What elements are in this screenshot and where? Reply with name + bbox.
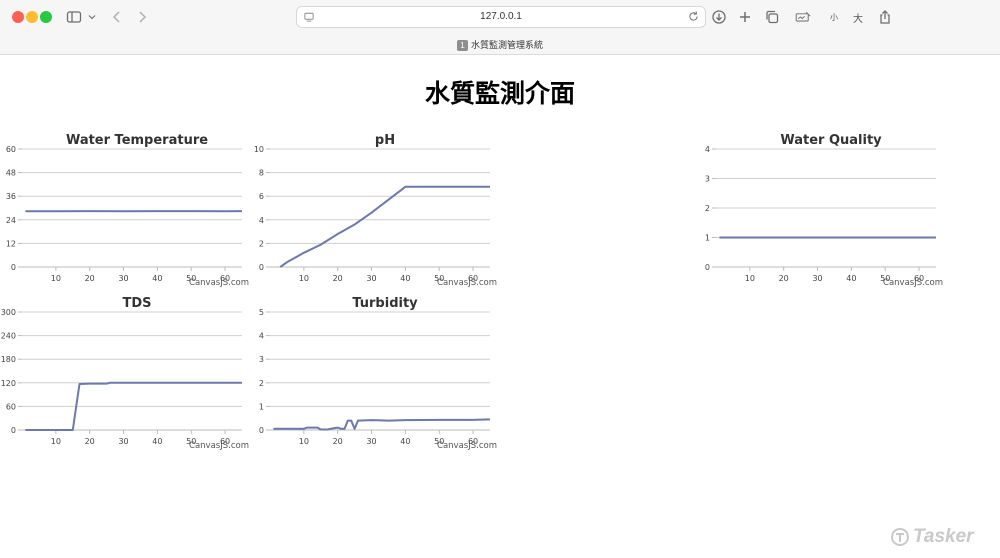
zoom-window-button[interactable] [40,11,52,23]
reload-icon[interactable] [687,10,700,23]
y-tick-label: 4 [259,332,264,341]
x-tick-label: 30 [812,274,822,283]
y-tick-label: 2 [259,379,264,388]
x-tick-label: 30 [118,274,128,283]
download-icon[interactable] [710,8,728,26]
edit-signature-icon[interactable] [792,8,814,26]
y-tick-label: 1 [705,234,710,243]
chart-svg: Turbidity01234510 20 30 40 50 60CanvasJS.com [259,296,497,451]
x-tick-label: 20 [85,274,95,283]
y-tick-label: 2 [259,239,264,248]
share-icon[interactable] [876,8,894,26]
y-tick-label: 0 [11,263,16,272]
x-tick-label: 10 [51,437,61,446]
y-tick-label: 240 [1,332,16,341]
address-url: 127.0.0.1 [480,11,522,22]
series-line [273,418,491,431]
tab-overview-icon[interactable] [763,8,781,26]
chevron-down-icon[interactable] [86,8,98,26]
chart-credit[interactable]: CanvasJS.com [189,278,249,288]
x-tick-label: 40 [846,274,856,283]
y-tick-label: 180 [1,355,16,364]
y-tick-label: 4 [705,145,710,154]
sidebar-toggle-icon[interactable] [64,8,84,26]
tab-active[interactable]: 1 水質監測管理系統 [0,38,1000,51]
chart-credit[interactable]: CanvasJS.com [883,278,943,288]
chart-credit[interactable]: CanvasJS.com [189,441,249,451]
back-arrow-icon[interactable] [108,8,126,26]
x-tick-label: 20 [333,274,343,283]
new-tab-plus-icon[interactable] [736,8,754,26]
y-tick-label: 36 [6,192,16,201]
y-tick-label: 24 [6,216,16,225]
minimize-window-button[interactable] [26,11,38,23]
y-tick-label: 8 [259,169,264,178]
chart-water-quality: Water Quality 0 1 2 3 4 10 20 30 40 50 60 CanvasJS.c… [694,128,944,288]
text-size-small-button[interactable]: 小 [830,12,838,23]
y-tick-label: 60 [6,402,16,411]
y-tick-label: 300 [1,308,16,317]
x-tick-label: 30 [366,437,376,446]
y-tick-label: 3 [259,355,264,364]
x-tick-label: 20 [779,274,789,283]
y-tick-label: 60 [6,145,16,154]
chart-water-temperature: Water Temperature 0 12 24 36 48 60 10 20 30 40 50 60… [0,128,250,288]
address-bar[interactable]: 127.0.0.1 [296,6,706,28]
y-tick-label: 6 [259,192,264,201]
watermark-text: Tasker [913,526,974,547]
y-tick-label: 0 [259,263,264,272]
chart-ph: pH 0 2 4 6 8 10 10 20 30 40 50 60 CanvasJS.com [248,128,498,288]
tasker-watermark: Tasker [890,526,974,548]
chart-title: pH [375,133,395,148]
y-tick-label: 0 [11,426,16,435]
page-title: 水質監測介面 [424,79,575,108]
chart-svg: Water Temperature0122436486010 20 30 40 50 60… [6,133,249,288]
tab-badge: 1 [456,40,468,51]
y-tick-label: 2 [705,204,710,213]
x-tick-label: 10 [51,274,61,283]
chart-svg: TDS06012018024030010 20 30 40 50 60CanvasJS.c… [1,296,249,451]
chart-title: Turbidity [352,296,418,311]
series-line [279,185,490,268]
y-tick-label: 4 [259,216,264,225]
y-tick-label: 3 [705,175,710,184]
chart-credit[interactable]: CanvasJS.com [437,278,497,288]
x-tick-label: 10 [299,437,309,446]
x-tick-label: 30 [366,274,376,283]
y-tick-label: 0 [259,426,264,435]
y-tick-label: 10 [254,145,264,154]
chart-title: Water Quality [780,133,882,148]
x-tick-label: 10 [299,274,309,283]
y-tick-label: 120 [1,379,16,388]
chart-tds: TDS 0 60 120 180 240 300 10 20 30 40 50 60 CanvasJS.c… [0,291,250,451]
y-tick-label: 5 [259,308,264,317]
x-tick-label: 20 [333,437,343,446]
x-tick-label: 40 [152,274,162,283]
tab-title: 水質監測管理系統 [470,40,543,50]
y-tick-label: 48 [6,169,16,178]
y-tick-label: 1 [259,402,264,411]
close-window-button[interactable] [12,11,24,23]
x-tick-label: 40 [400,274,410,283]
y-tick-label: 12 [6,239,16,248]
x-tick-label: 20 [85,437,95,446]
chart-svg: Water Quality0123410 20 30 40 50 60CanvasJS.c… [705,133,943,288]
browser-toolbar: 127.0.0.1 小 大 [0,0,1000,34]
tasker-logo-icon [891,528,909,546]
chart-credit[interactable]: CanvasJS.com [437,441,497,451]
tab-bar: 1 水質監測管理系統 [0,34,1000,55]
x-tick-label: 30 [118,437,128,446]
text-size-large-button[interactable]: 大 [853,10,863,25]
x-tick-label: 40 [400,437,410,446]
x-tick-label: 10 [745,274,755,283]
chart-title: TDS [122,296,151,311]
chart-svg: pH024681010 20 30 40 50 60CanvasJS.com [254,133,497,288]
chart-title: Water Temperature [66,133,208,148]
chart-turbidity: Turbidity 0 1 2 3 4 5 10 20 30 40 50 60 CanvasJS.com [248,291,498,451]
x-tick-label: 40 [152,437,162,446]
forward-arrow-icon[interactable] [133,8,151,26]
y-tick-label: 0 [705,263,710,272]
